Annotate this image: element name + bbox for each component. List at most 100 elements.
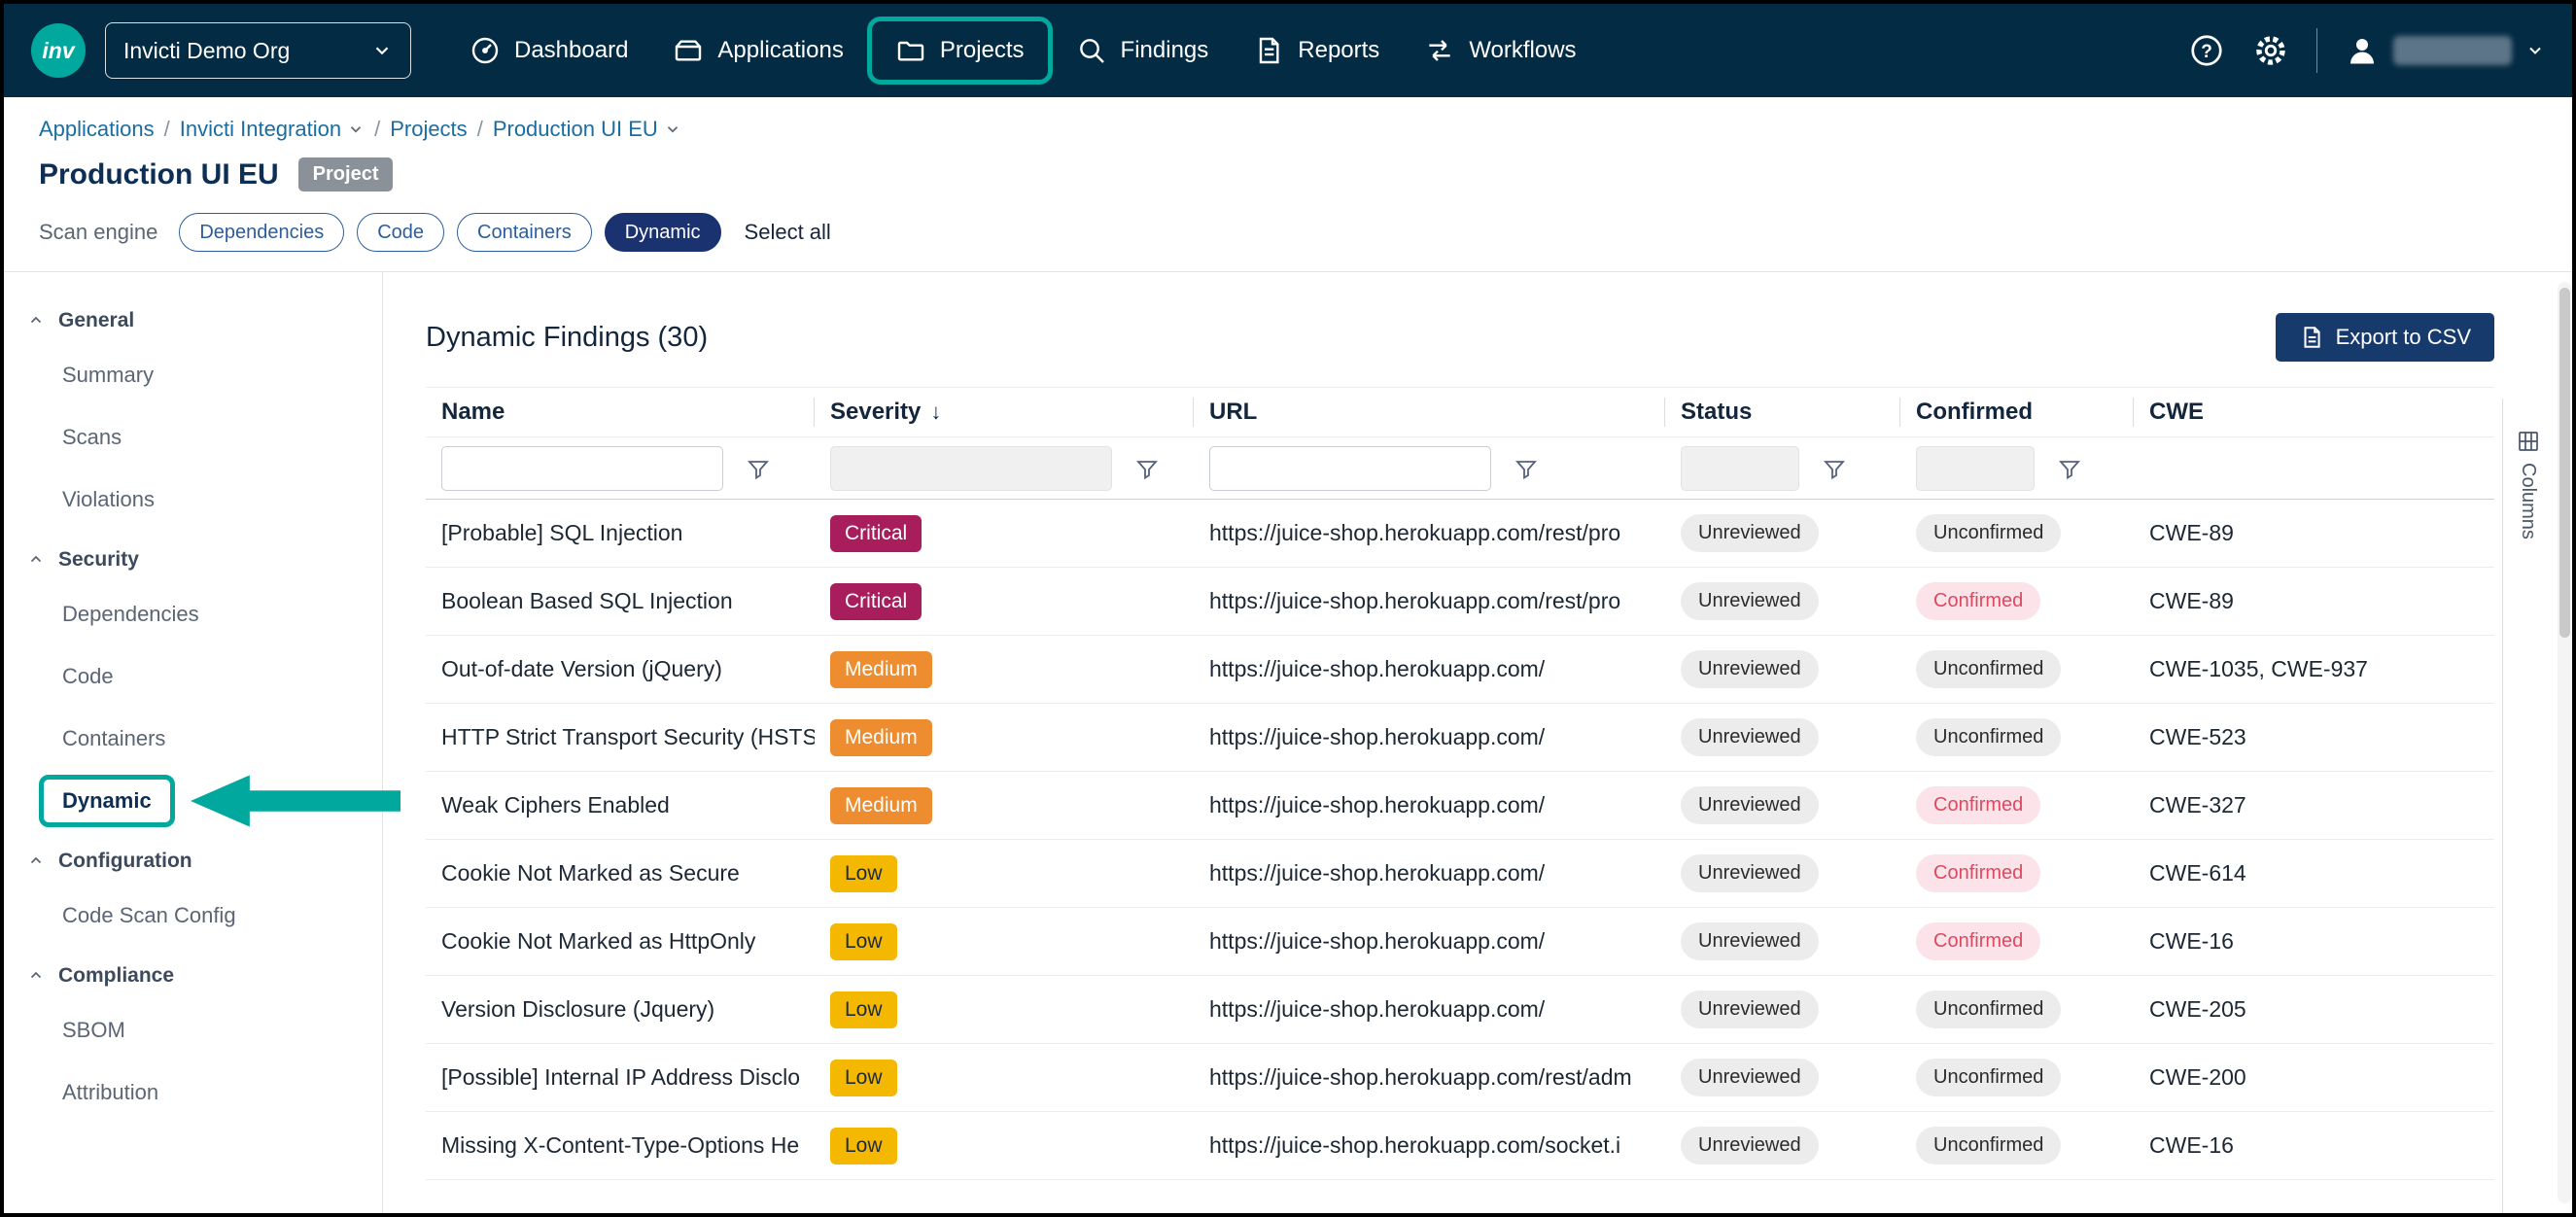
- select-all-link[interactable]: Select all: [745, 220, 831, 245]
- filter-funnel-icon[interactable]: [1823, 457, 1846, 480]
- confirmed-filter-input[interactable]: [1916, 446, 2035, 491]
- table-row[interactable]: Cookie Not Marked as Secure Low https://…: [426, 840, 2494, 908]
- csv-document-icon: [2299, 325, 2324, 350]
- table-row[interactable]: Out-of-date Version (jQuery) Medium http…: [426, 636, 2494, 704]
- status-badge: Unreviewed: [1681, 1127, 1819, 1165]
- cell-name: Cookie Not Marked as HttpOnly: [426, 928, 815, 955]
- chevron-up-icon: [27, 852, 45, 870]
- cell-cwe: CWE-16: [2134, 1132, 2494, 1159]
- cell-name: Boolean Based SQL Injection: [426, 588, 815, 614]
- cell-name: Weak Ciphers Enabled: [426, 792, 815, 818]
- confirmed-badge: Unconfirmed: [1916, 1127, 2061, 1165]
- table-row[interactable]: HTTP Strict Transport Security (HSTS Med…: [426, 704, 2494, 772]
- sidebar-item-label: Scans: [62, 425, 122, 450]
- nav-item-findings[interactable]: Findings: [1059, 23, 1227, 78]
- export-csv-button[interactable]: Export to CSV: [2276, 313, 2494, 362]
- table-row[interactable]: Boolean Based SQL Injection Critical htt…: [426, 568, 2494, 636]
- column-header-status[interactable]: Status: [1665, 388, 1900, 436]
- navbar-left: inv Invicti Demo Org Dashboard Applicati…: [31, 17, 2188, 85]
- sidebar-item-dependencies[interactable]: Dependencies: [27, 583, 382, 645]
- scrollbar-thumb[interactable]: [2559, 288, 2570, 638]
- top-navbar: inv Invicti Demo Org Dashboard Applicati…: [4, 4, 2572, 97]
- page-title: Production UI EU: [39, 158, 279, 191]
- severity-filter-input[interactable]: [830, 446, 1112, 491]
- table-row[interactable]: [Possible] Internal IP Address Disclo Lo…: [426, 1044, 2494, 1112]
- table-row[interactable]: [Probable] SQL Injection Critical https:…: [426, 500, 2494, 568]
- status-badge: Unreviewed: [1681, 650, 1819, 688]
- sidebar-item-dynamic[interactable]: Dynamic: [27, 770, 382, 832]
- gear-icon: [2252, 32, 2289, 69]
- vertical-scrollbar[interactable]: [2558, 282, 2572, 1203]
- sidebar-section-general[interactable]: General: [27, 297, 382, 344]
- cell-url: https://juice-shop.herokuapp.com/: [1194, 860, 1665, 887]
- columns-panel-label: Columns: [2517, 463, 2539, 539]
- table-row[interactable]: Missing X-Content-Type-Options He Low ht…: [426, 1112, 2494, 1180]
- cell-name: Out-of-date Version (jQuery): [426, 656, 815, 682]
- table-header-row: Name Severity↓ URL Status Confirmed CWE: [426, 387, 2494, 437]
- user-menu[interactable]: [2345, 33, 2545, 68]
- breadcrumb-production-ui-eu[interactable]: Production UI EU: [493, 117, 681, 142]
- status-badge: Unreviewed: [1681, 1059, 1819, 1096]
- chevron-down-icon: [664, 121, 681, 138]
- column-header-url[interactable]: URL: [1194, 388, 1665, 436]
- name-filter-input[interactable]: [441, 446, 723, 491]
- status-badge: Unreviewed: [1681, 582, 1819, 620]
- export-csv-label: Export to CSV: [2336, 325, 2471, 350]
- nav-item-projects[interactable]: Projects: [878, 23, 1042, 78]
- scan-pill-containers[interactable]: Containers: [457, 213, 592, 252]
- org-selector-label: Invicti Demo Org: [123, 38, 290, 64]
- logo-text: inv: [42, 38, 74, 64]
- columns-panel-toggle[interactable]: Columns: [2502, 399, 2553, 1213]
- sidebar-item-sbom[interactable]: SBOM: [27, 999, 382, 1061]
- nav-item-dashboard[interactable]: Dashboard: [452, 23, 645, 78]
- confirmed-badge: Confirmed: [1916, 786, 2040, 824]
- sidebar-item-label: Dynamic: [39, 775, 175, 827]
- help-button[interactable]: ?: [2188, 32, 2225, 69]
- table-row[interactable]: Version Disclosure (Jquery) Low https://…: [426, 976, 2494, 1044]
- table-row[interactable]: Cookie Not Marked as HttpOnly Low https:…: [426, 908, 2494, 976]
- filter-funnel-icon[interactable]: [2058, 457, 2081, 480]
- severity-badge: Low: [830, 1128, 897, 1165]
- filter-funnel-icon[interactable]: [1135, 457, 1159, 480]
- column-header-severity[interactable]: Severity↓: [815, 388, 1194, 436]
- breadcrumb-applications[interactable]: Applications: [39, 117, 155, 142]
- invicti-logo[interactable]: inv: [31, 23, 86, 78]
- scan-pill-dependencies[interactable]: Dependencies: [179, 213, 344, 252]
- settings-button[interactable]: [2252, 32, 2289, 69]
- nav-item-reports[interactable]: Reports: [1236, 23, 1397, 78]
- breadcrumb-projects[interactable]: Projects: [390, 117, 467, 142]
- filter-funnel-icon[interactable]: [747, 457, 770, 480]
- column-header-cwe[interactable]: CWE: [2134, 388, 2494, 436]
- sidebar-item-code[interactable]: Code: [27, 645, 382, 708]
- scan-pill-code[interactable]: Code: [357, 213, 444, 252]
- filter-cell-url: [1194, 446, 1665, 491]
- url-filter-input[interactable]: [1209, 446, 1491, 491]
- filter-funnel-icon[interactable]: [1514, 457, 1538, 480]
- status-filter-input[interactable]: [1681, 446, 1799, 491]
- scan-pill-dynamic[interactable]: Dynamic: [605, 213, 721, 252]
- status-badge: Unreviewed: [1681, 854, 1819, 892]
- sidebar-item-code-scan-config[interactable]: Code Scan Config: [27, 885, 382, 947]
- sidebar-item-summary[interactable]: Summary: [27, 344, 382, 406]
- nav-item-applications[interactable]: Applications: [655, 23, 860, 78]
- org-selector[interactable]: Invicti Demo Org: [105, 22, 411, 79]
- cell-name: Cookie Not Marked as Secure: [426, 860, 815, 887]
- primary-nav: Dashboard Applications Projects Findings: [452, 17, 1594, 85]
- sidebar-item-attribution[interactable]: Attribution: [27, 1061, 382, 1124]
- scan-engine-row: Scan engine Dependencies Code Containers…: [39, 213, 2572, 252]
- cell-url: https://juice-shop.herokuapp.com/: [1194, 724, 1665, 750]
- nav-item-workflows[interactable]: Workflows: [1407, 23, 1593, 78]
- column-header-name[interactable]: Name: [426, 388, 815, 436]
- column-header-confirmed[interactable]: Confirmed: [1900, 388, 2134, 436]
- sidebar-section-security[interactable]: Security: [27, 537, 382, 583]
- table-row[interactable]: Weak Ciphers Enabled Medium https://juic…: [426, 772, 2494, 840]
- sidebar-section-compliance[interactable]: Compliance: [27, 953, 382, 999]
- breadcrumb-invicti-integration[interactable]: Invicti Integration: [180, 117, 365, 142]
- sidebar-item-violations[interactable]: Violations: [27, 469, 382, 531]
- filter-cell-severity: [815, 446, 1194, 491]
- sidebar-item-scans[interactable]: Scans: [27, 406, 382, 469]
- sidebar-item-containers[interactable]: Containers: [27, 708, 382, 770]
- cell-url: https://juice-shop.herokuapp.com/rest/pr…: [1194, 588, 1665, 614]
- sidebar-section-configuration[interactable]: Configuration: [27, 838, 382, 885]
- cell-cwe: CWE-614: [2134, 860, 2494, 887]
